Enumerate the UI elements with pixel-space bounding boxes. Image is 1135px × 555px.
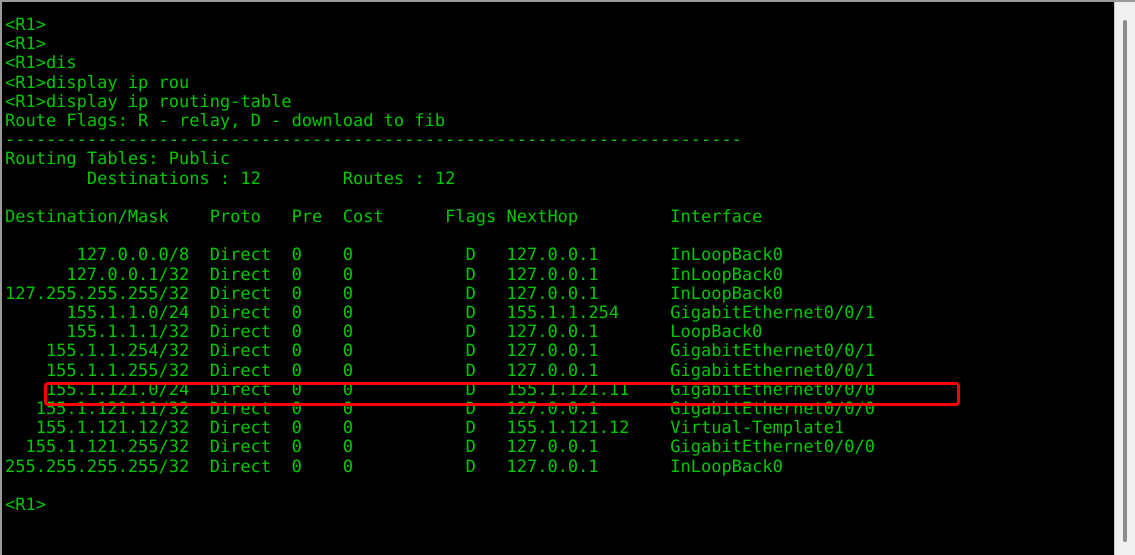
terminal-window: <R1> <R1> <R1>dis <R1>display ip rou <R1… [0,0,1135,555]
scrollbar-thumb[interactable] [1123,20,1127,542]
console-text: <R1> <R1> <R1>dis <R1>display ip rou <R1… [5,15,875,516]
vertical-scrollbar[interactable] [1114,2,1135,555]
console-output-surface[interactable]: <R1> <R1> <R1>dis <R1>display ip rou <R1… [2,2,1116,555]
